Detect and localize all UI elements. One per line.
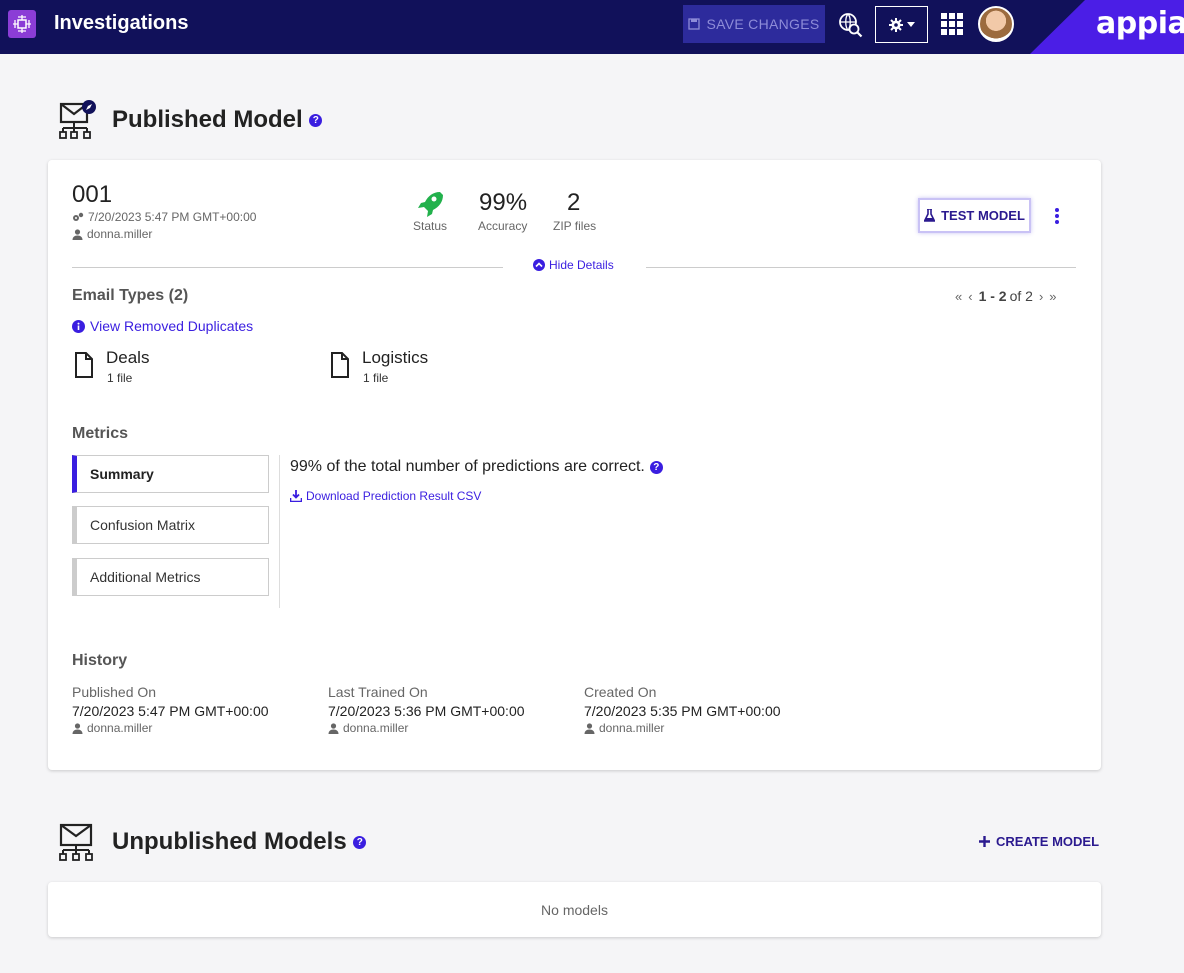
flask-icon <box>924 209 936 222</box>
download-csv-link[interactable]: Download Prediction Result CSV <box>290 489 481 503</box>
create-model-label: CREATE MODEL <box>996 834 1100 849</box>
history-date: 7/20/2023 5:47 PM GMT+00:00 <box>72 703 269 719</box>
save-changes-button[interactable]: SAVE CHANGES <box>683 5 825 43</box>
test-model-label: TEST MODEL <box>941 208 1025 223</box>
model-user: donna.miller <box>87 227 153 241</box>
previous-page-icon[interactable]: ‹ <box>968 289 972 304</box>
status-label: Status <box>413 219 448 233</box>
tab-summary[interactable]: Summary <box>72 455 269 493</box>
pagination-total: of 2 <box>1009 288 1033 304</box>
divider-right <box>646 267 1076 268</box>
user-icon <box>72 722 83 734</box>
unpublished-models-heading: Unpublished Models <box>112 828 347 855</box>
last-page-icon[interactable]: » <box>1049 289 1056 304</box>
info-icon <box>72 319 85 333</box>
empty-state-text: No models <box>541 901 608 918</box>
model-id: 001 <box>72 181 113 208</box>
published-model-heading: Published Model <box>112 106 303 133</box>
email-type-count: 1 file <box>363 371 389 385</box>
history-label: Created On <box>584 684 657 700</box>
history-user: donna.miller <box>599 721 665 735</box>
create-model-button[interactable]: CREATE MODEL <box>979 834 1099 849</box>
help-icon[interactable]: ? <box>353 836 367 850</box>
next-page-icon[interactable]: › <box>1039 289 1043 304</box>
tab-additional-metrics[interactable]: Additional Metrics <box>72 558 269 596</box>
unpublished-models-card: No models <box>48 882 1101 937</box>
model-timestamp-row: 7/20/2023 5:47 PM GMT+00:00 <box>72 210 256 224</box>
user-icon <box>72 228 83 240</box>
save-icon <box>688 18 701 30</box>
pagination: « ‹ 1 - 2 of 2 › » <box>955 288 1057 304</box>
app-title: Investigations <box>54 12 189 34</box>
divider-left <box>72 267 503 268</box>
history-user-row: donna.miller <box>328 721 525 735</box>
history-item: Published On 7/20/2023 5:47 PM GMT+00:00… <box>72 684 269 735</box>
history-label: Published On <box>72 684 157 700</box>
model-timestamp: 7/20/2023 5:47 PM GMT+00:00 <box>88 210 257 224</box>
history-item: Last Trained On 7/20/2023 5:36 PM GMT+00… <box>328 684 525 735</box>
history-user-row: donna.miller <box>72 721 269 735</box>
history-user: donna.miller <box>87 721 153 735</box>
summary-text: 99% of the total number of predictions a… <box>290 458 645 475</box>
help-icon[interactable]: ? <box>649 460 663 474</box>
brand-logo: appian <box>1096 6 1184 41</box>
avatar[interactable] <box>978 6 1014 42</box>
globe-search-icon[interactable] <box>838 12 864 38</box>
view-removed-duplicates-link[interactable]: View Removed Duplicates <box>72 318 253 334</box>
email-type-name[interactable]: Deals <box>106 348 149 368</box>
history-item: Created On 7/20/2023 5:35 PM GMT+00:00 d… <box>584 684 781 735</box>
email-type-name[interactable]: Logistics <box>362 348 428 368</box>
apps-grid-icon[interactable] <box>941 13 963 35</box>
published-model-title: Published Model ? <box>112 106 323 134</box>
zip-count-value: 2 <box>567 189 581 216</box>
hide-details-label: Hide Details <box>549 258 614 272</box>
history-title: History <box>72 652 128 669</box>
summary-text-row: 99% of the total number of predictions a… <box>290 458 663 476</box>
user-icon <box>328 722 339 734</box>
email-type-count: 1 file <box>107 371 133 385</box>
download-csv-label: Download Prediction Result CSV <box>306 489 482 503</box>
first-page-icon[interactable]: « <box>955 289 962 304</box>
hide-details-link[interactable]: Hide Details <box>533 258 614 272</box>
history-label: Last Trained On <box>328 684 428 700</box>
file-icon <box>330 352 350 383</box>
zip-count-label: ZIP files <box>553 219 597 233</box>
metrics-divider <box>279 455 280 608</box>
settings-menu-button[interactable] <box>875 6 928 43</box>
view-removed-duplicates-label: View Removed Duplicates <box>90 318 254 334</box>
email-types-title: Email Types (2) <box>72 287 189 304</box>
unpublished-models-title: Unpublished Models ? <box>112 828 367 856</box>
gear-icon <box>888 17 903 32</box>
model-icon <box>58 822 98 869</box>
metrics-title: Metrics <box>72 425 129 442</box>
history-date: 7/20/2023 5:36 PM GMT+00:00 <box>328 703 525 719</box>
download-icon <box>290 490 302 502</box>
help-icon[interactable]: ? <box>309 114 323 128</box>
tab-confusion-matrix[interactable]: Confusion Matrix <box>72 506 269 544</box>
history-user: donna.miller <box>343 721 409 735</box>
gears-icon <box>73 212 84 221</box>
accuracy-label: Accuracy <box>478 219 528 233</box>
file-icon <box>74 352 94 383</box>
history-user-row: donna.miller <box>584 721 781 735</box>
save-changes-label: SAVE CHANGES <box>706 16 820 32</box>
accuracy-value: 99% <box>479 189 528 216</box>
caret-down-icon <box>906 21 915 27</box>
plus-icon <box>979 836 990 847</box>
user-icon <box>584 722 595 734</box>
app-grid-icon[interactable] <box>8 10 36 38</box>
more-options-icon[interactable] <box>1052 208 1062 224</box>
model-user-row: donna.miller <box>72 227 152 241</box>
chevron-up-circle-icon <box>533 259 545 271</box>
model-icon <box>58 100 98 147</box>
pagination-range: 1 - 2 <box>978 288 1007 304</box>
history-date: 7/20/2023 5:35 PM GMT+00:00 <box>584 703 781 719</box>
test-model-button[interactable]: TEST MODEL <box>918 198 1031 233</box>
